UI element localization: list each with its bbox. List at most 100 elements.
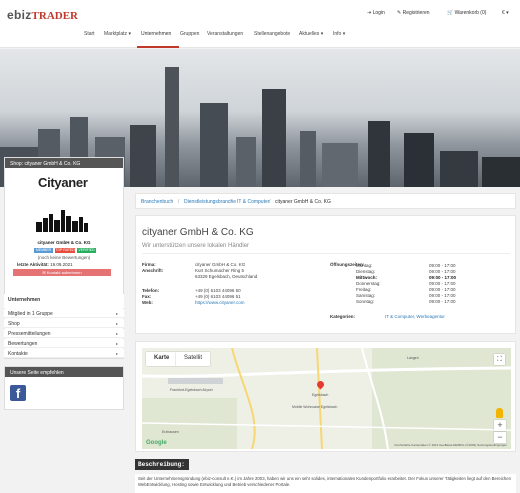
cart-icon: 🛒 [447,10,454,16]
divider [142,253,510,254]
fullscreen-icon[interactable]: ⛶ [494,354,505,365]
sidebar-item-label: Kontakte [8,351,28,357]
main-nav: Start Marktplatz ▾ Unternehmen Gruppen V… [0,20,520,48]
sidebar-item-label: Pressemitteilungen [8,331,51,337]
sidebar-item-label: Mitglied in 1 Gruppe [8,311,53,317]
chevron-down-icon: ▾ [506,10,509,16]
top-rated-badge: TOP RATED [55,248,75,253]
chevron-down-icon: ▾ [128,31,131,37]
sidebar-section-title: Unternehmen [4,294,124,308]
brand-logo: Cityaner [38,175,88,190]
nav-item-unternehmen[interactable]: Unternehmen [141,31,171,37]
hours-day-today: Mittwoch: [356,275,377,280]
map-label: Frankfurt-Egelsbach Airport [170,388,213,392]
chevron-down-icon: ▾ [320,31,324,37]
member-badge: MEMBER [34,248,53,253]
sidebar-item-press[interactable]: Pressemitteilungen ▸ [4,329,124,338]
description-title: Beschreibung: [135,459,189,470]
register-link[interactable]: ✎ Registrieren [397,10,430,16]
sidebar-item-reviews[interactable]: Bewertungen ▸ [4,339,124,348]
company-name: cityaner GmbH & Co. KG [142,227,254,238]
map-tab-satellit[interactable]: Satellit [176,352,211,366]
breadcrumb-sep: / [231,199,233,205]
register-icon: ✎ [397,10,402,16]
hours-day: Dienstag: [356,269,376,274]
zoom-out-button[interactable]: − [494,432,506,443]
reviews-text: (noch keine Bewertungen) [37,255,91,260]
currency-label: € [502,10,505,16]
map-label: Erzhausen [162,430,179,434]
company-card: cityaner GmbH & Co. KG Wir unterstützen … [135,215,516,334]
login-icon: ⇥ [367,10,372,16]
facebook-icon[interactable]: f [10,385,26,401]
hours-time: 09:00 - 17:00 [429,287,456,292]
breadcrumb: Branchenbuch / Dienstleistungsbranche / … [135,193,516,209]
chevron-right-icon: ▸ [115,331,118,336]
breadcrumb-current: cityaner GmbH & Co. KG [275,199,331,205]
nav-item-aktuelles[interactable]: Aktuelles ▾ [299,31,323,37]
hours-time: 09:00 - 17:00 [429,263,456,268]
currency-select[interactable]: € ▾ [502,10,509,16]
map-footer[interactable]: Kurzbefehle Kartendaten © 2021 GeoBasis-… [395,443,508,447]
fax-label: Fax: [142,294,152,299]
hours-day: Sonntag: [356,299,375,304]
map-box: Karte Satellit ⛶ + − Frankfurt-Egelsbach… [135,341,516,452]
recommend-title: Unsere Seite empfehlen [5,367,123,377]
nav-item-stellenangebote[interactable]: Stellenangebote [254,31,290,37]
sidebar-item-label: Bewertungen [8,341,38,347]
sidebar-item-shop[interactable]: Shop ▸ [4,319,124,328]
breadcrumb-sep: / [269,199,271,205]
contact-button-label: Kontakt aufnehmen [46,270,82,275]
streetview-icon[interactable] [496,408,503,418]
last-activity-value: 19.09.2021 [50,262,73,267]
categories-links[interactable]: IT & Computer, Werbeagentur [385,314,445,319]
firma-value: cityaner GmbH & Co. KG [195,262,246,267]
skyline-icon [36,210,88,232]
hours-day: Samstag: [356,293,376,298]
breadcrumb-dienstleistung[interactable]: Dienstleistungsbranche [184,199,236,205]
verified-badge: VERIFIED [77,248,96,253]
hours-day: Montag: [356,263,373,268]
fax-value: +49 (0) 6103 44096 51 [195,294,241,299]
map-canvas[interactable]: Karte Satellit ⛶ + − Frankfurt-Egelsbach… [142,348,511,449]
nav-item-veranstaltungen[interactable]: Veranstaltungen [207,31,243,37]
map-label: Mobile Wohnoase Egelsbach [292,405,338,409]
sidebar-item-contacts[interactable]: Kontakte ▸ [4,349,124,358]
description-text: Seit der Unternehmensgründung (ebiz-cons… [135,474,516,493]
login-link[interactable]: ⇥ Login [367,10,385,16]
register-label: Registrieren [402,10,430,16]
hours-time: 09:00 - 17:00 [429,293,456,298]
last-activity: letzte Aktivität: 19.09.2021 [17,262,73,267]
nav-label: Aktuelles [299,31,320,37]
breadcrumb-it[interactable]: IT & Computer [237,199,269,205]
zoom-in-button[interactable]: + [494,420,506,431]
phone-value[interactable]: +49 (0) 6103 44096 50 [195,288,241,293]
sidebar-item-label: Shop [8,321,20,327]
chevron-right-icon: ▸ [115,341,118,346]
nav-active-indicator [137,46,179,48]
nav-item-start[interactable]: Start [84,31,95,37]
firma-label: Firma: [142,262,156,267]
sidebar-company-name: cityaner GmbH & Co. KG [37,240,91,245]
sidebar-item-groups[interactable]: Mitglied in 1 Gruppe ▸ [4,309,124,318]
cart-link[interactable]: 🛒 Warenkorb (0) [447,10,486,16]
breadcrumb-branchenbuch[interactable]: Branchenbuch [141,199,173,205]
cart-label: Warenkorb (0) [454,10,487,16]
mail-icon: ✉ [42,270,46,275]
map-tab-karte[interactable]: Karte [146,352,178,366]
web-link[interactable]: https://www.cityaner.com [195,300,245,305]
hours-time-today: 09:00 - 17:00 [429,275,457,280]
nav-item-marktplatz[interactable]: Marktplatz ▾ [104,31,131,37]
map-label: Langen [407,356,419,360]
nav-label: Info [333,31,342,37]
chevron-right-icon: ▸ [115,351,118,356]
nav-item-gruppen[interactable]: Gruppen [180,31,199,37]
breadcrumb-sep: / [178,199,180,205]
hours-time: 09:00 - 17:00 [429,281,456,286]
contact-button[interactable]: ✉ Kontakt aufnehmen [13,269,111,276]
nav-item-info[interactable]: Info ▾ [333,31,345,37]
categories-label: Kategorien: [330,314,356,319]
address-label: Anschrift: [142,268,164,273]
last-activity-label: letzte Aktivität: [17,262,49,267]
recommend-box: Unsere Seite empfehlen f [4,366,124,410]
